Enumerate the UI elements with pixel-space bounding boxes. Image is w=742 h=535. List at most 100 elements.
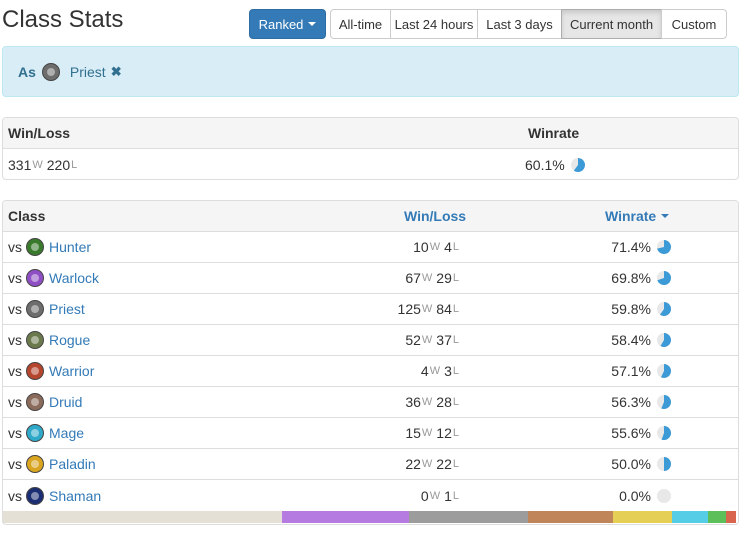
priest-icon bbox=[41, 62, 60, 81]
losses-value: 84 bbox=[436, 301, 452, 317]
remove-filter-icon[interactable]: ✖ bbox=[111, 64, 122, 80]
class-row-hunter: vs Hunter 10 W 4L 71.4% bbox=[3, 232, 738, 263]
class-row-rogue: vs Rogue 52 W 37 L 58.4% bbox=[3, 325, 738, 356]
losses-value: 28 bbox=[436, 394, 452, 410]
win-suffix: W bbox=[421, 458, 433, 470]
winrate-value: 57.1% bbox=[611, 363, 651, 379]
winrate-value: 71.4% bbox=[611, 239, 651, 255]
toolbar: Ranked All-time Last 24 hours Last 3 day… bbox=[249, 9, 727, 39]
winloss-cell: 4W 3L bbox=[421, 356, 463, 386]
loss-suffix: L bbox=[452, 396, 459, 408]
class-table: Class Win/Loss Winrate vs Hunter 10 W 4L … bbox=[2, 200, 739, 525]
wins-value: 22 bbox=[405, 456, 421, 472]
filter-class-name: Priest bbox=[69, 63, 106, 80]
wins-value: 125 bbox=[397, 301, 421, 317]
class-name-link[interactable]: Paladin bbox=[49, 456, 96, 472]
winrate-value: 56.3% bbox=[611, 394, 651, 410]
losses-value: 37 bbox=[436, 332, 452, 348]
class-name-link[interactable]: Druid bbox=[49, 394, 82, 410]
period-last-24-hours-button[interactable]: Last 24 hours bbox=[390, 9, 478, 39]
loss-suffix: L bbox=[452, 365, 459, 377]
period-last-3-days-button[interactable]: Last 3 days bbox=[477, 9, 562, 39]
losses-value: 29 bbox=[436, 270, 452, 286]
wins-value: 67 bbox=[405, 270, 421, 286]
warlock-icon bbox=[26, 269, 44, 287]
winloss-cell: 15 W 12 L bbox=[405, 418, 463, 448]
loss-suffix: L bbox=[452, 272, 459, 284]
summary-winrate-header: Winrate bbox=[528, 125, 580, 141]
winrate-value: 58.4% bbox=[611, 332, 651, 348]
winrate-pie-icon bbox=[657, 240, 671, 254]
share-segment-druid bbox=[527, 511, 614, 523]
class-cell: vs Hunter bbox=[8, 232, 91, 262]
period-current-month-button[interactable]: Current month bbox=[561, 9, 662, 39]
filter-as-label: As bbox=[18, 63, 36, 80]
vs-label: vs bbox=[8, 487, 22, 504]
class-row-warlock: vs Warlock 67 W 29 L 69.8% bbox=[3, 263, 738, 294]
druid-icon bbox=[26, 393, 44, 411]
summary-winloss: 331 W 220 L bbox=[8, 149, 81, 179]
vs-label: vs bbox=[8, 456, 22, 472]
winrate-pie-icon bbox=[657, 271, 671, 285]
share-segment-hunter bbox=[707, 511, 727, 523]
period-custom-button[interactable]: Custom bbox=[661, 9, 727, 39]
winloss-column-header[interactable]: Win/Loss bbox=[404, 201, 466, 231]
summary-wins: 331 bbox=[8, 156, 32, 173]
winrate-pie-icon bbox=[657, 426, 671, 440]
class-name-link[interactable]: Priest bbox=[49, 301, 85, 317]
class-cell: vs Druid bbox=[8, 387, 82, 417]
winrate-value: 55.6% bbox=[611, 425, 651, 441]
win-suffix: W bbox=[421, 303, 433, 315]
paladin-icon bbox=[26, 455, 44, 473]
class-name-link[interactable]: Shaman bbox=[49, 488, 101, 504]
ranked-dropdown-button[interactable]: Ranked bbox=[249, 9, 326, 39]
summary-winloss-header: Win/Loss bbox=[8, 125, 71, 141]
class-name-link[interactable]: Warlock bbox=[49, 270, 99, 286]
winrate-pie-icon bbox=[657, 364, 671, 378]
shaman-icon bbox=[26, 486, 44, 505]
vs-label: vs bbox=[8, 239, 22, 255]
winrate-pie-icon bbox=[657, 395, 671, 409]
filter-chip[interactable]: Priest ✖ bbox=[41, 62, 122, 81]
wins-value: 36 bbox=[405, 394, 421, 410]
win-suffix: W bbox=[421, 272, 433, 284]
class-share-bar bbox=[3, 511, 738, 523]
losses-value: 3 bbox=[444, 363, 452, 379]
summary-row: 331 W 220 L 60.1% bbox=[3, 149, 738, 179]
winrate-value: 69.8% bbox=[611, 270, 651, 286]
sort-descending-icon bbox=[661, 214, 670, 218]
class-name-link[interactable]: Hunter bbox=[49, 239, 91, 255]
winrate-pie-icon bbox=[657, 457, 671, 471]
class-rows: vs Hunter 10 W 4L 71.4% vs Warlock 67 W 29… bbox=[3, 232, 738, 511]
winrate-cell: 59.8% bbox=[611, 294, 671, 324]
winloss-cell: 52 W 37 L bbox=[405, 325, 463, 355]
winrate-column-header[interactable]: Winrate bbox=[605, 201, 670, 231]
loss-suffix: L bbox=[452, 334, 459, 346]
class-name-link[interactable]: Mage bbox=[49, 425, 84, 441]
winrate-cell: 55.6% bbox=[611, 418, 671, 448]
summary-losses: 220 bbox=[46, 156, 71, 173]
class-name-link[interactable]: Rogue bbox=[49, 332, 90, 348]
loss-suffix: L bbox=[452, 458, 459, 470]
winrate-cell: 58.4% bbox=[611, 325, 671, 355]
winrate-value: 0.0% bbox=[619, 487, 651, 504]
winrate-cell: 50.0% bbox=[611, 449, 671, 479]
losses-value: 1 bbox=[444, 487, 452, 504]
winloss-cell: 36 W 28 L bbox=[405, 387, 463, 417]
class-name-link[interactable]: Warrior bbox=[49, 363, 94, 379]
class-row-druid: vs Druid 36 W 28 L 56.3% bbox=[3, 387, 738, 418]
page-title: Class Stats bbox=[2, 6, 124, 33]
vs-label: vs bbox=[8, 270, 22, 286]
class-cell: vs Warlock bbox=[8, 263, 99, 293]
class-row-warrior: vs Warrior 4W 3L 57.1% bbox=[3, 356, 738, 387]
share-segment-mage bbox=[671, 511, 708, 523]
winloss-cell: 67 W 29 L bbox=[405, 263, 463, 293]
class-row-mage: vs Mage 15 W 12 L 55.6% bbox=[3, 418, 738, 449]
loss-suffix: L bbox=[452, 489, 459, 502]
loss-suffix: L bbox=[452, 427, 459, 439]
period-all-time-button[interactable]: All-time bbox=[330, 9, 391, 39]
wins-value: 4 bbox=[420, 363, 429, 379]
win-suffix: W bbox=[421, 396, 433, 408]
win-suffix: W bbox=[32, 158, 43, 171]
class-cell: vs Shaman bbox=[8, 480, 101, 511]
